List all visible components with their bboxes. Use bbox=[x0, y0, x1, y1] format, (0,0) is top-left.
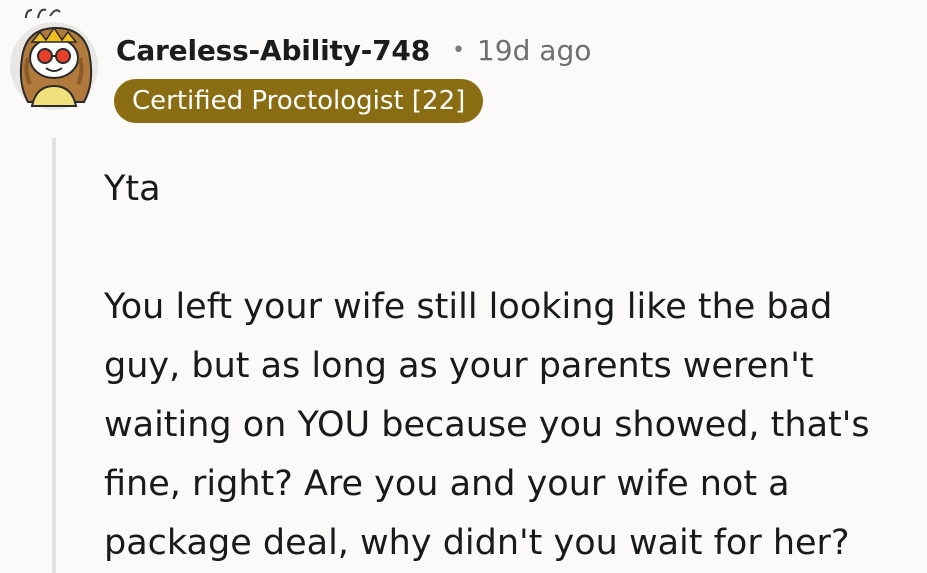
snoo-avatar-with-halo-and-sunglasses-icon bbox=[10, 8, 98, 110]
avatar[interactable] bbox=[8, 6, 100, 110]
username-link[interactable]: Careless-Ability-748 bbox=[116, 34, 430, 67]
comment-paragraph-main: You left your wife still looking like th… bbox=[104, 287, 870, 563]
comment-paragraph-verdict: Yta bbox=[104, 169, 161, 209]
comment: Careless-Ability-748 • 19d ago Certified… bbox=[0, 0, 927, 573]
thread-line[interactable] bbox=[52, 138, 56, 573]
timestamp[interactable]: 19d ago bbox=[477, 34, 591, 67]
comment-body: Yta You left your wife still looking lik… bbox=[104, 160, 919, 573]
author-line: Careless-Ability-748 • 19d ago bbox=[116, 28, 591, 72]
user-flair-badge: Certified Proctologist [22] bbox=[114, 79, 484, 123]
meta-separator: • bbox=[452, 37, 465, 63]
